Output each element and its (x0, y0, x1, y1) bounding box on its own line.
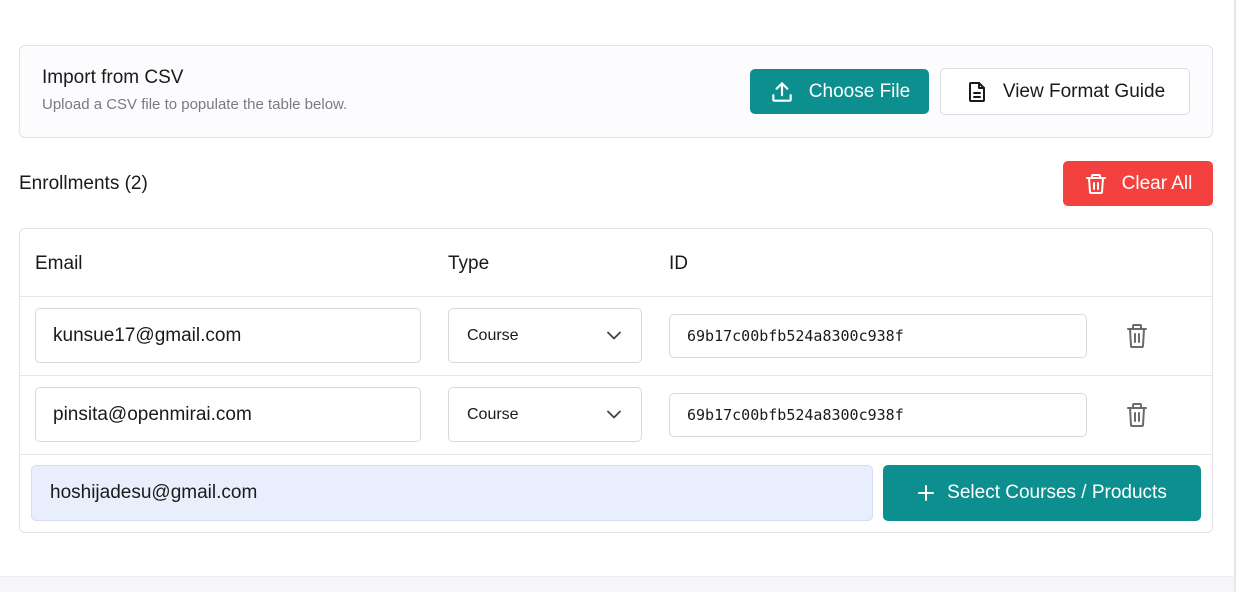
new-email-input[interactable]: hoshijadesu@gmail.com (31, 465, 873, 521)
row-divider (20, 454, 1212, 455)
row-type-select[interactable]: Course (448, 308, 642, 363)
row-type-value: Course (467, 326, 519, 344)
column-header-type: Type (448, 253, 490, 274)
import-subtitle: Upload a CSV file to populate the table … (42, 96, 348, 113)
view-format-guide-button[interactable]: View Format Guide (940, 68, 1190, 115)
column-header-email: Email (35, 253, 83, 274)
document-icon (965, 79, 989, 105)
page: Import from CSV Upload a CSV file to pop… (0, 0, 1236, 592)
row-id-input[interactable]: 69b17c00bfb524a8300c938f (669, 314, 1087, 358)
column-header-id: ID (669, 253, 688, 274)
chevron-down-icon (607, 327, 621, 345)
import-csv-card: Import from CSV Upload a CSV file to pop… (19, 45, 1213, 138)
choose-file-button[interactable]: Choose File (750, 69, 929, 114)
row-delete-trash-icon[interactable] (1125, 401, 1149, 429)
row-type-select[interactable]: Course (448, 387, 642, 442)
select-courses-products-label: Select Courses / Products (947, 482, 1167, 503)
view-format-guide-label: View Format Guide (1002, 80, 1166, 102)
row-type-value: Course (467, 405, 519, 423)
chevron-down-icon (607, 406, 621, 424)
header-divider (20, 296, 1212, 297)
select-courses-products-button[interactable]: Select Courses / Products (883, 465, 1201, 521)
enrollments-title: Enrollments (2) (19, 173, 148, 194)
import-title: Import from CSV (42, 67, 184, 88)
page-footer-band (0, 576, 1236, 592)
trash-icon (1084, 171, 1108, 197)
enrollments-table: Email Type ID kunsue17@gmail.com Course … (19, 228, 1213, 533)
choose-file-label: Choose File (808, 80, 911, 102)
row-id-input[interactable]: 69b17c00bfb524a8300c938f (669, 393, 1087, 437)
plus-icon (917, 484, 935, 502)
row-email-input[interactable]: pinsita@openmirai.com (35, 387, 421, 442)
row-email-input[interactable]: kunsue17@gmail.com (35, 308, 421, 363)
upload-icon (769, 79, 795, 105)
clear-all-button[interactable]: Clear All (1063, 161, 1213, 206)
row-delete-trash-icon[interactable] (1125, 322, 1149, 350)
row-divider (20, 375, 1212, 376)
clear-all-label: Clear All (1121, 172, 1193, 194)
